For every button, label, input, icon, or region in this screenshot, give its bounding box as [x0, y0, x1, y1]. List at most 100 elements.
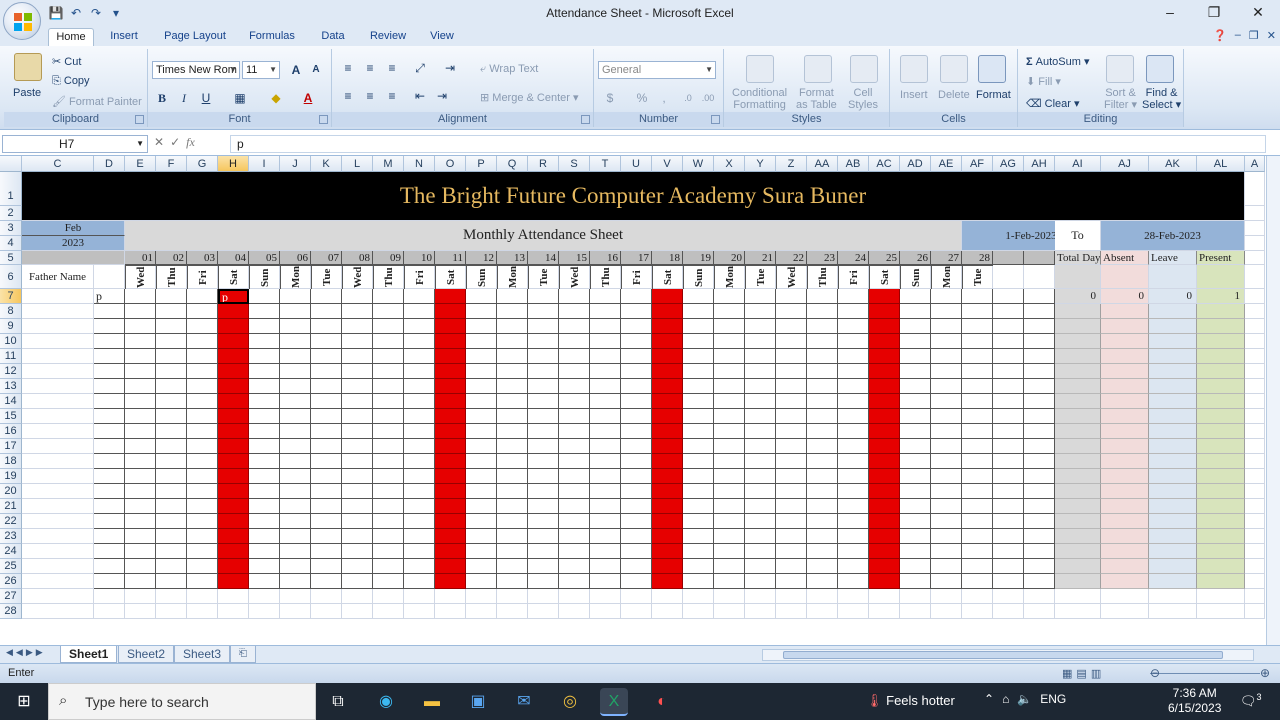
- summary-cell[interactable]: [1197, 304, 1245, 319]
- day-name-cell[interactable]: Mon: [714, 265, 745, 289]
- grid-cell[interactable]: [22, 409, 94, 424]
- comma-button[interactable]: ,: [654, 89, 674, 107]
- attendance-cell[interactable]: [497, 289, 528, 304]
- sunday-cell[interactable]: [869, 499, 900, 514]
- clipboard-launcher-icon[interactable]: [135, 115, 144, 124]
- attendance-cell[interactable]: [280, 544, 311, 559]
- attendance-cell[interactable]: [280, 514, 311, 529]
- grid-cell[interactable]: [373, 589, 404, 604]
- attendance-cell[interactable]: [249, 574, 280, 589]
- attendance-cell[interactable]: [900, 454, 931, 469]
- summary-value[interactable]: 1: [1197, 289, 1245, 304]
- attendance-cell[interactable]: [776, 529, 807, 544]
- attendance-cell[interactable]: [125, 454, 156, 469]
- day-name-cell[interactable]: Sat: [869, 265, 900, 289]
- grid-cell[interactable]: [22, 334, 94, 349]
- row-header[interactable]: 16: [0, 424, 22, 439]
- column-header[interactable]: Q: [497, 156, 528, 172]
- align-center-icon[interactable]: ≡: [360, 87, 380, 105]
- attendance-cell[interactable]: [838, 529, 869, 544]
- summary-cell[interactable]: [1101, 394, 1149, 409]
- attendance-cell[interactable]: [714, 304, 745, 319]
- attendance-cell[interactable]: [1024, 289, 1055, 304]
- attendance-cell[interactable]: [838, 559, 869, 574]
- summary-cell[interactable]: [1055, 304, 1101, 319]
- attendance-cell[interactable]: [497, 364, 528, 379]
- attendance-cell[interactable]: [342, 304, 373, 319]
- attendance-cell[interactable]: [745, 364, 776, 379]
- attendance-cell[interactable]: [404, 319, 435, 334]
- attendance-cell[interactable]: [94, 514, 125, 529]
- day-name-cell[interactable]: Thu: [373, 265, 404, 289]
- sunday-cell[interactable]: [652, 304, 683, 319]
- day-name-cell[interactable]: Wed: [342, 265, 373, 289]
- grid-cell[interactable]: [94, 604, 125, 619]
- column-header[interactable]: AB: [838, 156, 869, 172]
- attendance-cell[interactable]: [838, 469, 869, 484]
- column-header[interactable]: X: [714, 156, 745, 172]
- attendance-cell[interactable]: [373, 574, 404, 589]
- grid-cell[interactable]: [807, 589, 838, 604]
- attendance-cell[interactable]: [497, 454, 528, 469]
- grid-cell[interactable]: [1024, 604, 1055, 619]
- grid-cell[interactable]: [745, 604, 776, 619]
- attendance-cell[interactable]: [528, 349, 559, 364]
- grid-cell[interactable]: [1245, 454, 1265, 469]
- attendance-cell[interactable]: [94, 334, 125, 349]
- shrink-font-icon[interactable]: A: [306, 61, 326, 79]
- attendance-cell[interactable]: [590, 379, 621, 394]
- attendance-cell[interactable]: [94, 364, 125, 379]
- delete-cells-icon[interactable]: [940, 55, 968, 83]
- attendance-cell[interactable]: [714, 529, 745, 544]
- decrease-indent-icon[interactable]: ⇤: [410, 87, 430, 105]
- column-header[interactable]: AK: [1149, 156, 1197, 172]
- day-number-cell[interactable]: 23: [807, 251, 838, 265]
- attendance-cell[interactable]: [187, 319, 218, 334]
- sunday-cell[interactable]: [218, 394, 249, 409]
- grid-cell[interactable]: [621, 589, 652, 604]
- sunday-cell[interactable]: [652, 349, 683, 364]
- grid-cell[interactable]: [1245, 589, 1265, 604]
- attendance-cell[interactable]: [311, 409, 342, 424]
- column-header[interactable]: D: [94, 156, 125, 172]
- attendance-cell[interactable]: [156, 349, 187, 364]
- attendance-cell[interactable]: [745, 304, 776, 319]
- attendance-cell[interactable]: [311, 499, 342, 514]
- attendance-cell[interactable]: [931, 544, 962, 559]
- attendance-cell[interactable]: [528, 304, 559, 319]
- summary-cell[interactable]: [1101, 454, 1149, 469]
- grid-cell[interactable]: [1245, 529, 1265, 544]
- align-bottom-icon[interactable]: ≡: [382, 59, 402, 77]
- attendance-cell[interactable]: [404, 289, 435, 304]
- attendance-cell[interactable]: [497, 394, 528, 409]
- attendance-cell[interactable]: [280, 409, 311, 424]
- attendance-cell[interactable]: [342, 559, 373, 574]
- grid-cell[interactable]: [218, 589, 249, 604]
- zoom-slider[interactable]: [1150, 673, 1260, 674]
- grid-cell[interactable]: [218, 604, 249, 619]
- grid-cell[interactable]: [838, 589, 869, 604]
- attendance-cell[interactable]: [466, 289, 497, 304]
- attendance-cell[interactable]: [931, 574, 962, 589]
- summary-cell[interactable]: [1197, 574, 1245, 589]
- summary-cell[interactable]: [1149, 364, 1197, 379]
- summary-cell[interactable]: [1055, 424, 1101, 439]
- sunday-cell[interactable]: [218, 364, 249, 379]
- sunday-cell[interactable]: [652, 439, 683, 454]
- attendance-cell[interactable]: [683, 319, 714, 334]
- attendance-cell[interactable]: [1024, 469, 1055, 484]
- attendance-cell[interactable]: [621, 349, 652, 364]
- attendance-cell[interactable]: [342, 499, 373, 514]
- attendance-cell[interactable]: [807, 289, 838, 304]
- sunday-cell[interactable]: [435, 559, 466, 574]
- attendance-cell[interactable]: [249, 559, 280, 574]
- attendance-cell[interactable]: [373, 394, 404, 409]
- summary-cell[interactable]: [1197, 409, 1245, 424]
- number-format-select[interactable]: General ▼: [598, 61, 716, 79]
- attendance-cell[interactable]: [187, 574, 218, 589]
- attendance-cell[interactable]: [776, 514, 807, 529]
- recorder-icon[interactable]: ◐: [648, 688, 676, 716]
- attendance-cell[interactable]: [373, 454, 404, 469]
- grid-cell[interactable]: [373, 604, 404, 619]
- sunday-cell[interactable]: [652, 409, 683, 424]
